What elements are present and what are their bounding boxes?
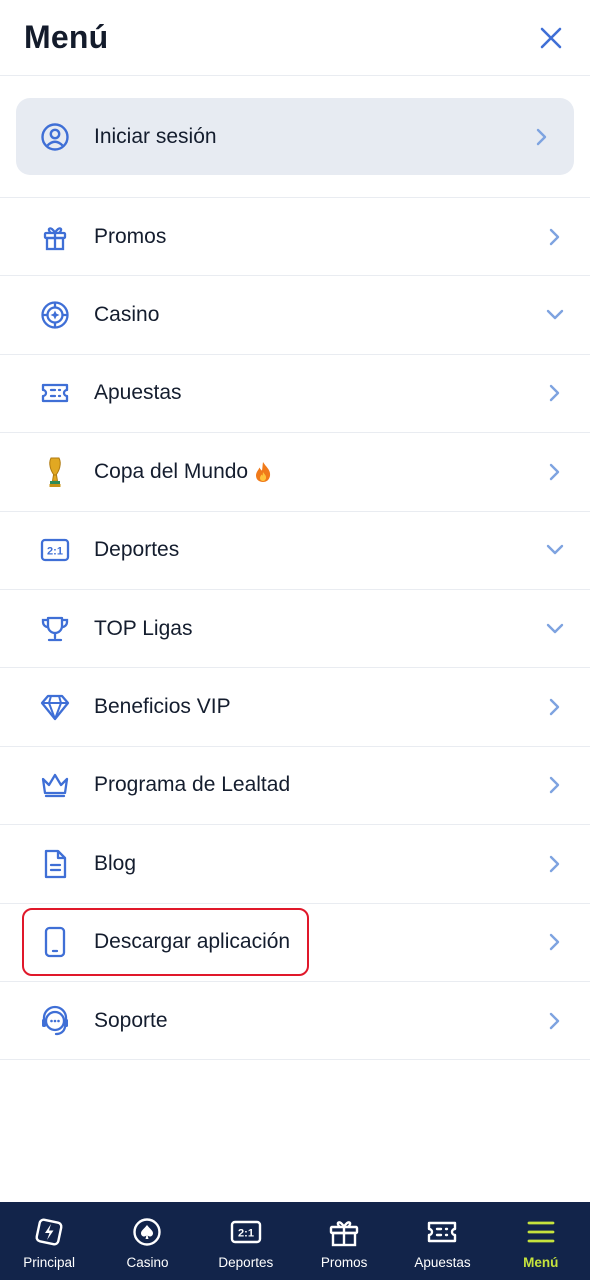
chevron-right-icon (544, 931, 566, 953)
tab-principal[interactable]: Principal (0, 1202, 98, 1280)
login-label: Iniciar sesión (94, 124, 217, 148)
chevron-right-icon (544, 774, 566, 796)
svg-text:2:1: 2:1 (47, 546, 63, 558)
ticket-icon (426, 1215, 458, 1249)
diamond-icon (38, 690, 72, 724)
svg-text:2:1: 2:1 (238, 1227, 254, 1239)
scoreboard-icon: 2:1 (38, 533, 72, 567)
chevron-right-icon (544, 853, 566, 875)
menu-item-blog[interactable]: Blog (0, 825, 590, 904)
tab-label: Promos (320, 1254, 368, 1270)
tab-label: Deportes (218, 1254, 274, 1270)
menu-item-label: Blog (94, 851, 137, 875)
crown-icon (38, 768, 72, 802)
document-icon (38, 847, 72, 881)
tab-label: Apuestas (414, 1254, 471, 1270)
user-icon (41, 122, 69, 151)
tab-apuestas[interactable]: Apuestas (393, 1202, 491, 1280)
menu-list: Promos Casino Apuestas Copa del Mundo 2:… (0, 198, 590, 1061)
menu-item-label: Casino (94, 303, 160, 327)
tab-label: Principal (23, 1254, 76, 1270)
fire-icon (254, 461, 272, 483)
menu-item-apuestas[interactable]: Apuestas (0, 355, 590, 434)
page-title: Menú (24, 19, 109, 55)
chevron-right-icon (544, 461, 566, 483)
scoreboard-icon: 2:1 (230, 1215, 262, 1249)
chevron-down-icon (544, 618, 566, 640)
chevron-right-icon (544, 226, 566, 248)
world-cup-trophy-icon (38, 455, 72, 489)
menu-item-label: Copa del Mundo (94, 459, 249, 483)
spade-chip-icon (132, 1215, 162, 1249)
menu-item-label: Beneficios VIP (94, 695, 231, 719)
tab-casino[interactable]: Casino (98, 1202, 196, 1280)
login-section: Iniciar sesión (0, 76, 590, 198)
menu-item-top-ligas[interactable]: TOP Ligas (0, 590, 590, 669)
gift-icon (38, 220, 72, 254)
menu-item-casino[interactable]: Casino (0, 276, 590, 355)
menu-item-programa-de-lealtad[interactable]: Programa de Lealtad (0, 747, 590, 826)
menu-header: Menú (0, 0, 590, 76)
chevron-down-icon (544, 539, 566, 561)
menu-item-label: Promos (94, 224, 167, 248)
headset-icon (38, 1004, 72, 1038)
gift-box-icon (328, 1215, 360, 1249)
phone-icon (38, 925, 72, 959)
menu-item-label: Soporte (94, 1008, 168, 1032)
menu-item-promos[interactable]: Promos (0, 198, 590, 277)
menu-item-copa-del-mundo[interactable]: Copa del Mundo (0, 433, 590, 512)
lightning-card-icon (34, 1215, 64, 1249)
chevron-right-icon (544, 1010, 566, 1032)
tab-promos[interactable]: Promos (295, 1202, 393, 1280)
menu-item-descargar-aplicacion[interactable]: Descargar aplicación (0, 904, 590, 982)
close-icon (540, 27, 562, 48)
menu-item-label: Deportes (94, 538, 180, 562)
chevron-right-icon (536, 128, 547, 145)
chevron-right-icon (544, 696, 566, 718)
menu-item-label: Descargar aplicación (94, 930, 291, 954)
tab-menu[interactable]: Menú (492, 1202, 590, 1280)
ticket-icon (38, 376, 72, 410)
login-button[interactable]: Iniciar sesión (16, 98, 574, 175)
menu-item-label: Apuestas (94, 381, 182, 405)
tab-deportes[interactable]: 2:1 Deportes (197, 1202, 295, 1280)
menu-item-deportes[interactable]: 2:1 Deportes (0, 512, 590, 590)
menu-item-label: TOP Ligas (94, 616, 193, 640)
trophy-icon (38, 612, 72, 646)
menu-item-label: Programa de Lealtad (94, 773, 291, 797)
close-button[interactable] (536, 23, 566, 53)
tab-label: Menú (523, 1254, 559, 1270)
roulette-icon (38, 298, 72, 332)
hamburger-icon (526, 1215, 556, 1249)
tab-label: Casino (126, 1254, 169, 1270)
menu-item-beneficios-vip[interactable]: Beneficios VIP (0, 668, 590, 747)
chevron-right-icon (544, 382, 566, 404)
menu-item-soporte[interactable]: Soporte (0, 982, 590, 1061)
chevron-down-icon (544, 304, 566, 326)
bottom-tab-bar: Principal Casino 2:1 Deportes Promos Apu… (0, 1202, 590, 1280)
